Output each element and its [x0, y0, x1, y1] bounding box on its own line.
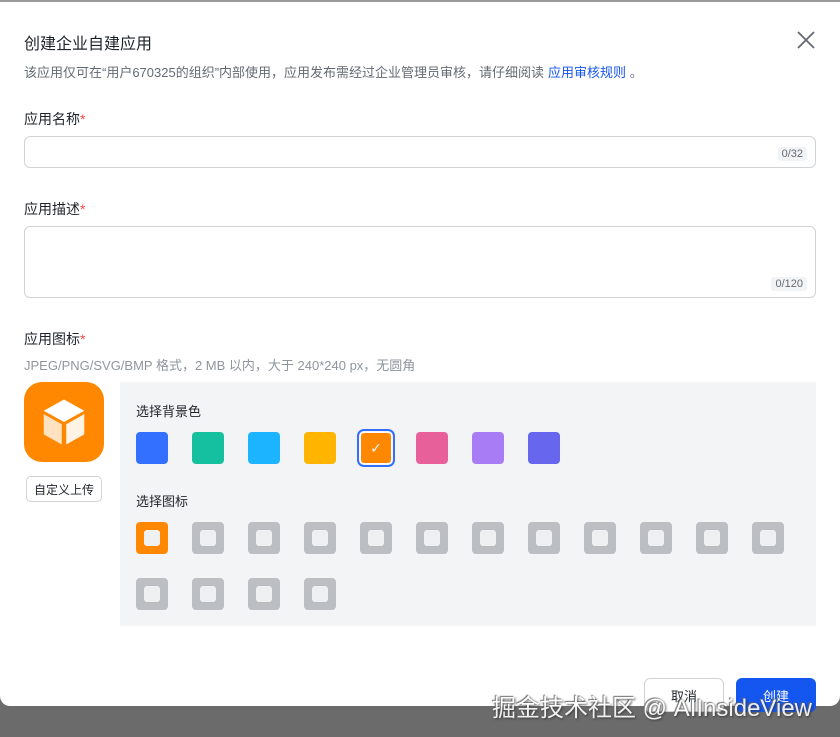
wrench-icon — [704, 530, 720, 546]
icon-choice-label: 选择图标 — [136, 494, 189, 509]
lightbulb-icon — [256, 530, 272, 546]
app-icon-label: 应用图标* — [24, 329, 85, 349]
icon-format-hint: JPEG/PNG/SVG/BMP 格式，2 MB 以内，大于 240*240 p… — [24, 358, 416, 373]
required-mark: * — [80, 201, 86, 217]
icon-preview — [24, 382, 104, 462]
layout-icon — [200, 586, 216, 602]
pie-chart-icon — [536, 530, 552, 546]
icon-option[interactable] — [416, 522, 448, 554]
cube-icon — [144, 530, 160, 546]
code-icon — [312, 586, 328, 602]
bg-color-swatch[interactable] — [136, 432, 168, 464]
bg-color-swatch[interactable] — [248, 432, 280, 464]
custom-upload-button[interactable]: 自定义上传 — [26, 476, 102, 502]
bg-color-swatch[interactable] — [528, 432, 560, 464]
required-mark: * — [80, 111, 86, 127]
period: 。 — [629, 65, 643, 80]
dialog-title: 创建企业自建应用 — [24, 36, 153, 53]
icon-option[interactable] — [360, 522, 392, 554]
app-description-textarea[interactable]: 0/120 — [24, 226, 816, 298]
icon-option[interactable] — [136, 522, 168, 554]
document-icon — [760, 530, 776, 546]
app-name-input[interactable]: 0/32 — [24, 136, 816, 168]
briefcase-icon — [368, 530, 384, 546]
icon-option[interactable] — [696, 522, 728, 554]
icon-option[interactable] — [584, 522, 616, 554]
bg-color-swatch[interactable]: ✓ — [357, 429, 395, 467]
check-icon: ✓ — [370, 439, 382, 456]
required-mark: * — [80, 331, 86, 347]
icon-option[interactable] — [248, 578, 280, 610]
app-description-label: 应用描述* — [24, 199, 85, 219]
description-text: 该应用仅可在“用户670325的组织”内部使用，应用发布需经过企业管理员审核，请… — [24, 65, 545, 80]
star-icon — [592, 530, 608, 546]
shield-check-icon — [144, 586, 160, 602]
icon-option[interactable] — [528, 522, 560, 554]
label-text: 应用描述 — [24, 201, 80, 217]
bg-color-swatch[interactable] — [304, 432, 336, 464]
bg-color-swatch[interactable] — [472, 432, 504, 464]
close-icon[interactable] — [794, 28, 818, 52]
icon-option[interactable] — [752, 522, 784, 554]
icon-option[interactable] — [304, 522, 336, 554]
create-app-dialog: 创建企业自建应用 该应用仅可在“用户670325的组织”内部使用，应用发布需经过… — [0, 0, 840, 722]
cube-icon — [43, 399, 85, 445]
label-text: 应用名称 — [24, 111, 80, 127]
name-counter: 0/32 — [777, 147, 807, 161]
icon-option[interactable] — [136, 578, 168, 610]
icon-option[interactable] — [192, 522, 224, 554]
door-icon — [312, 530, 328, 546]
bg-color-swatch[interactable] — [416, 432, 448, 464]
bg-color-swatch[interactable] — [192, 432, 224, 464]
review-rules-link[interactable]: 应用审核规则 — [548, 65, 626, 80]
icon-option[interactable] — [472, 522, 504, 554]
dialog-description: 该应用仅可在“用户670325的组织”内部使用，应用发布需经过企业管理员审核，请… — [24, 62, 643, 81]
tag-icon — [648, 530, 664, 546]
icon-option[interactable] — [640, 522, 672, 554]
label-text: 应用图标 — [24, 331, 80, 347]
description-counter: 0/120 — [771, 277, 807, 291]
bookmark-check-icon — [480, 530, 496, 546]
icon-option[interactable] — [248, 522, 280, 554]
icon-option[interactable] — [192, 578, 224, 610]
bg-color-label: 选择背景色 — [136, 404, 202, 419]
icon-option[interactable] — [304, 578, 336, 610]
bell-icon — [424, 530, 440, 546]
app-name-label: 应用名称* — [24, 109, 85, 129]
robot-icon — [200, 530, 216, 546]
users-icon — [256, 586, 272, 602]
watermark: 掘金技术社区 @ AIInsideView — [492, 695, 813, 722]
icon-picker-panel: 选择背景色 ✓ 选择图标 — [120, 382, 816, 626]
